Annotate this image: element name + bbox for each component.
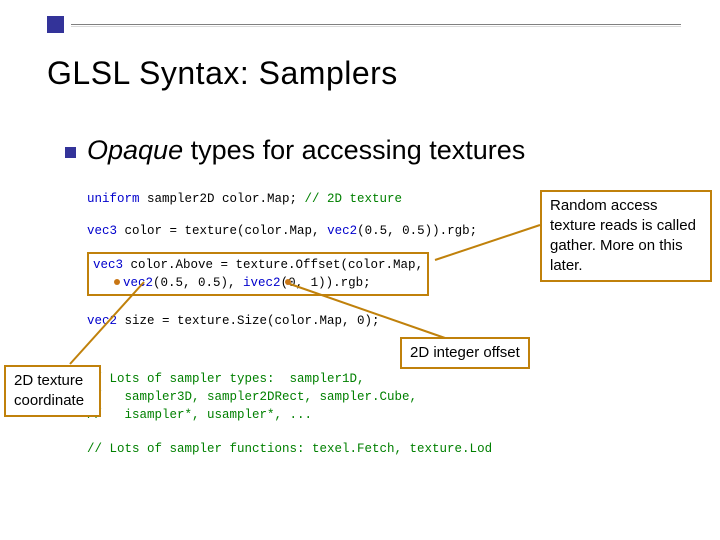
callout-integer-offset: 2D integer offset: [400, 337, 530, 369]
code-line-6: // Lots of sampler types: sampler1D,: [87, 370, 365, 388]
comment: // 2D texture: [305, 192, 403, 206]
subhead-rest: types for accessing textures: [183, 135, 525, 165]
code-text: color.Above = texture.Offset(color.Map,: [123, 258, 423, 272]
code-line-5: vec2 size = texture.Size(color.Map, 0);: [87, 312, 380, 330]
connector-dot: [114, 279, 120, 285]
bullet-square: [65, 147, 76, 158]
code-line-2: vec3 color = texture(color.Map, vec2(0.5…: [87, 222, 477, 240]
top-rule-shadow: [71, 26, 681, 27]
top-rule: [71, 24, 681, 25]
kw-vec3: vec3: [93, 258, 123, 272]
code-text: size = texture.Size(color.Map, 0);: [117, 314, 380, 328]
subhead-italic: Opaque: [87, 135, 183, 165]
kw-vec2: vec2: [327, 224, 357, 238]
code-line-8: // isampler*, usampler*, ...: [87, 406, 312, 424]
code-line-1: uniform sampler2D color.Map; // 2D textu…: [87, 190, 402, 208]
code-line-9: // Lots of sampler functions: texel.Fetc…: [87, 440, 492, 458]
corner-accent: [47, 16, 64, 33]
callout-text: Random access texture reads is called ga…: [550, 197, 696, 274]
connector-dot: [285, 279, 291, 285]
callout-random-access: Random access texture reads is called ga…: [540, 190, 712, 282]
code-line-3-4: vec3 color.Above = texture.Offset(color.…: [87, 252, 429, 296]
slide-subhead: Opaque types for accessing textures: [87, 135, 525, 166]
code-text: (0.5, 0.5)).rgb;: [357, 224, 477, 238]
code-text: sampler2D color.Map;: [140, 192, 305, 206]
kw-vec2: vec2: [123, 276, 153, 290]
callout-texture-coord: 2D texture coordinate: [4, 365, 101, 417]
kw-vec3: vec3: [87, 224, 117, 238]
code-line-7: // sampler3D, sampler2DRect, sampler.Cub…: [87, 388, 417, 406]
callout-text: 2D integer offset: [410, 344, 520, 361]
code-text: (0, 1)).rgb;: [281, 276, 371, 290]
code-text: color = texture(color.Map,: [117, 224, 327, 238]
kw-uniform: uniform: [87, 192, 140, 206]
kw-vec2: vec2: [87, 314, 117, 328]
slide-title: GLSL Syntax: Samplers: [47, 55, 398, 92]
boxed-offset-call: vec3 color.Above = texture.Offset(color.…: [87, 252, 429, 296]
callout-text: 2D texture coordinate: [14, 372, 84, 409]
code-text: (0.5, 0.5),: [153, 276, 243, 290]
kw-ivec2: ivec2: [243, 276, 281, 290]
